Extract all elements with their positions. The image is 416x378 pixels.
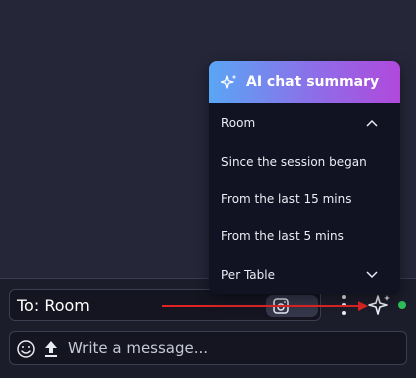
- online-status-dot: [398, 301, 406, 309]
- upload-icon[interactable]: [43, 340, 59, 358]
- ai-summary-popover: AI chat summary Room Since the session b…: [209, 61, 400, 294]
- ai-summary-header: AI chat summary: [209, 61, 400, 103]
- menu-item-label: From the last 5 mins: [221, 229, 344, 243]
- emoji-icon[interactable]: [16, 339, 36, 359]
- menu-item-label: Room: [221, 116, 256, 130]
- menu-item-per-table[interactable]: Per Table: [209, 258, 400, 292]
- chevron-down-icon: [366, 271, 378, 279]
- menu-item-label: From the last 15 mins: [221, 192, 352, 206]
- sparkle-icon: [221, 74, 237, 89]
- menu-item-last-15[interactable]: From the last 15 mins: [209, 182, 400, 216]
- menu-item-last-5[interactable]: From the last 5 mins: [209, 219, 400, 253]
- menu-item-label: Since the session began: [221, 155, 367, 169]
- ai-summary-title: AI chat summary: [246, 74, 380, 90]
- message-input[interactable]: [68, 337, 398, 359]
- annotation-arrow: [162, 301, 368, 311]
- recipient-label: To: Room: [17, 295, 90, 315]
- menu-item-session[interactable]: Since the session began: [209, 145, 400, 179]
- menu-item-label: Per Table: [221, 268, 275, 282]
- menu-item-room[interactable]: Room: [209, 106, 400, 140]
- chevron-up-icon: [366, 119, 378, 127]
- sparkle-icon[interactable]: [368, 294, 392, 316]
